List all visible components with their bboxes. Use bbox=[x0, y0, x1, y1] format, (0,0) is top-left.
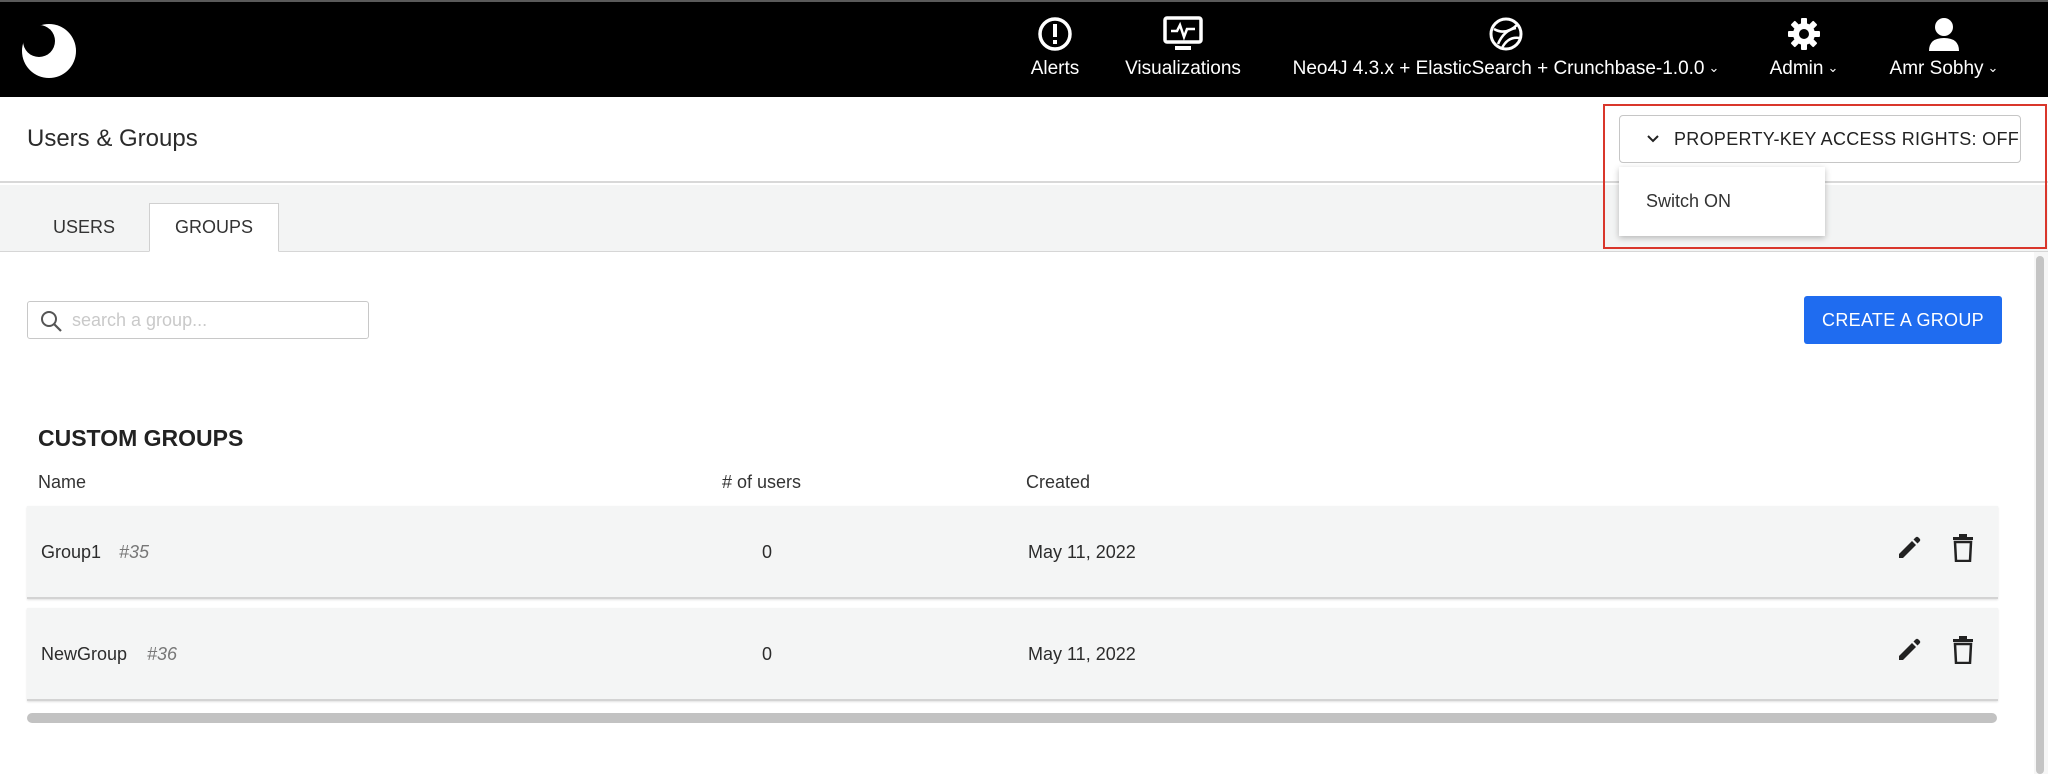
vertical-scrollbar-thumb[interactable] bbox=[2036, 256, 2044, 774]
nav-datasource-label: Neo4J 4.3.x + ElasticSearch + Crunchbase… bbox=[1292, 58, 1705, 79]
chevron-down-icon bbox=[1647, 135, 1659, 143]
chevron-down-icon: ⌄ bbox=[1987, 60, 1999, 75]
group-name: NewGroup bbox=[41, 644, 128, 664]
nav-user-menu[interactable]: Amr Sobhy ⌄ bbox=[1886, 16, 2002, 86]
search-icon bbox=[41, 311, 62, 332]
edit-icon[interactable] bbox=[1895, 534, 1923, 562]
group-id: #35 bbox=[119, 542, 150, 562]
gear-icon bbox=[1788, 18, 1820, 50]
nav-alerts[interactable]: Alerts bbox=[1016, 16, 1094, 86]
column-header-name: Name bbox=[38, 472, 87, 492]
nav-admin[interactable]: Admin ⌄ bbox=[1766, 16, 1842, 86]
nav-datasource[interactable]: Neo4J 4.3.x + ElasticSearch + Crunchbase… bbox=[1292, 16, 1720, 86]
property-key-access-label: PROPERTY-KEY ACCESS RIGHTS: OFF bbox=[1674, 128, 2020, 149]
group-user-count: 0 bbox=[762, 644, 773, 664]
alert-icon bbox=[1038, 17, 1072, 51]
nav-user-label: Amr Sobhy bbox=[1889, 58, 1984, 79]
trash-icon[interactable] bbox=[1951, 534, 1975, 562]
horizontal-scrollbar[interactable] bbox=[27, 713, 1997, 723]
switch-on-option[interactable]: Switch ON bbox=[1646, 191, 1731, 212]
datasource-globe-icon bbox=[1489, 17, 1523, 51]
group-created-date: May 11, 2022 bbox=[1028, 542, 1136, 562]
property-access-dropdown: Switch ON bbox=[1619, 167, 1825, 236]
table-row[interactable]: Group1 #35 0 May 11, 2022 bbox=[27, 506, 1998, 599]
top-navigation-bar: Alerts Visualizations Neo4J 4.3.x + Elas… bbox=[0, 0, 2048, 97]
group-created-date: May 11, 2022 bbox=[1028, 644, 1136, 664]
create-group-button[interactable]: CREATE A GROUP bbox=[1804, 296, 2002, 344]
nav-admin-label: Admin bbox=[1769, 58, 1824, 79]
monitor-icon bbox=[1163, 16, 1203, 50]
table-row[interactable]: NewGroup #36 0 May 11, 2022 bbox=[27, 608, 1998, 701]
group-id: #36 bbox=[147, 644, 178, 664]
group-name: Group1 bbox=[41, 542, 102, 562]
section-title: CUSTOM GROUPS bbox=[38, 425, 244, 451]
group-search-box[interactable] bbox=[27, 301, 369, 339]
chevron-down-icon: ⌄ bbox=[1708, 60, 1720, 75]
property-key-access-button[interactable]: PROPERTY-KEY ACCESS RIGHTS: OFF bbox=[1619, 115, 2021, 163]
nav-visualizations-label: Visualizations bbox=[1125, 58, 1241, 79]
page-title: Users & Groups bbox=[27, 125, 198, 152]
tab-users[interactable]: USERS bbox=[28, 203, 140, 252]
trash-icon[interactable] bbox=[1951, 636, 1975, 664]
app-logo[interactable] bbox=[20, 22, 78, 80]
chevron-down-icon: ⌄ bbox=[1827, 60, 1839, 75]
nav-visualizations[interactable]: Visualizations bbox=[1121, 16, 1245, 86]
tab-groups[interactable]: GROUPS bbox=[149, 203, 279, 252]
nav-alerts-label: Alerts bbox=[1030, 58, 1080, 79]
group-user-count: 0 bbox=[762, 542, 773, 562]
column-header-created: Created bbox=[1026, 472, 1091, 492]
user-icon bbox=[1929, 18, 1959, 51]
edit-icon[interactable] bbox=[1895, 636, 1923, 664]
column-header-users: # of users bbox=[722, 472, 802, 492]
search-input[interactable] bbox=[72, 308, 357, 332]
